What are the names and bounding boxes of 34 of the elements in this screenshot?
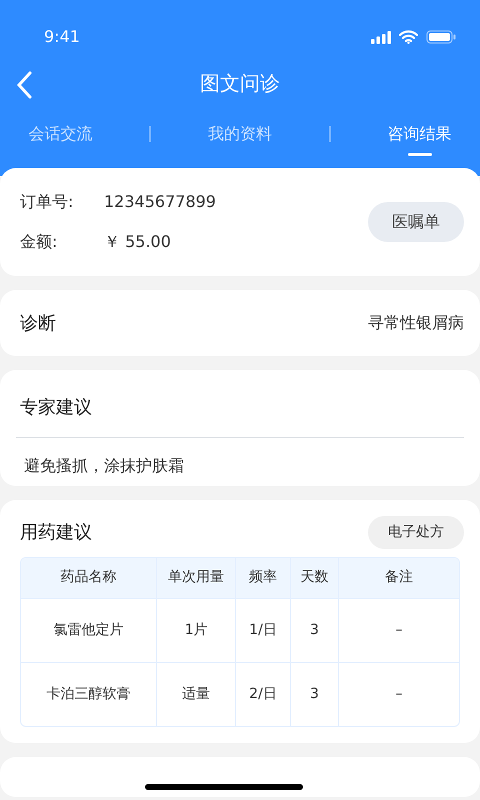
table-cell: 卡泊三醇软膏: [21, 662, 157, 726]
column-header: 天数: [290, 558, 339, 598]
wifi-icon: [399, 30, 418, 44]
field-label: 金额:: [20, 231, 58, 253]
tab[interactable]: 咨询结果: [388, 118, 452, 156]
status-time: 9:41: [44, 26, 80, 48]
battery-icon: [426, 30, 456, 44]
tab[interactable]: 我的资料: [208, 118, 272, 156]
table-cell: 3: [290, 598, 339, 662]
table-cell: –: [338, 662, 459, 726]
column-header: 药品名称: [21, 558, 157, 598]
table-cell: 1片: [156, 598, 236, 662]
table-cell: –: [338, 598, 459, 662]
table-cell: 1/日: [236, 598, 290, 662]
table-cell: 适量: [156, 662, 236, 726]
section-title: 诊断: [19, 312, 56, 336]
column-header: 频率: [236, 558, 290, 598]
table-cell: 2/日: [236, 662, 290, 726]
prescription-button[interactable]: 电子处方: [368, 516, 464, 549]
page-title: 图文问诊: [200, 70, 280, 97]
field-value: 12345677899: [104, 191, 216, 213]
field-value: ￥ 55.00: [104, 231, 171, 253]
table-cell: 3: [290, 662, 339, 726]
column-header: 备注: [338, 558, 459, 598]
field-label: 订单号:: [20, 191, 74, 213]
column-header: 单次用量: [156, 558, 236, 598]
diagnosis-value: 寻常性银屑病: [368, 312, 464, 334]
advice-text: 避免搔抓，涂抹护肤霜: [23, 455, 185, 477]
section-title: 专家建议: [19, 396, 93, 420]
order-sheet-button[interactable]: 医嘱单: [368, 202, 464, 242]
tab[interactable]: 会话交流: [28, 118, 92, 156]
section-title: 用药建议: [19, 521, 92, 545]
table-cell: 氯雷他定片: [21, 598, 157, 662]
signal-icon: [371, 30, 391, 44]
